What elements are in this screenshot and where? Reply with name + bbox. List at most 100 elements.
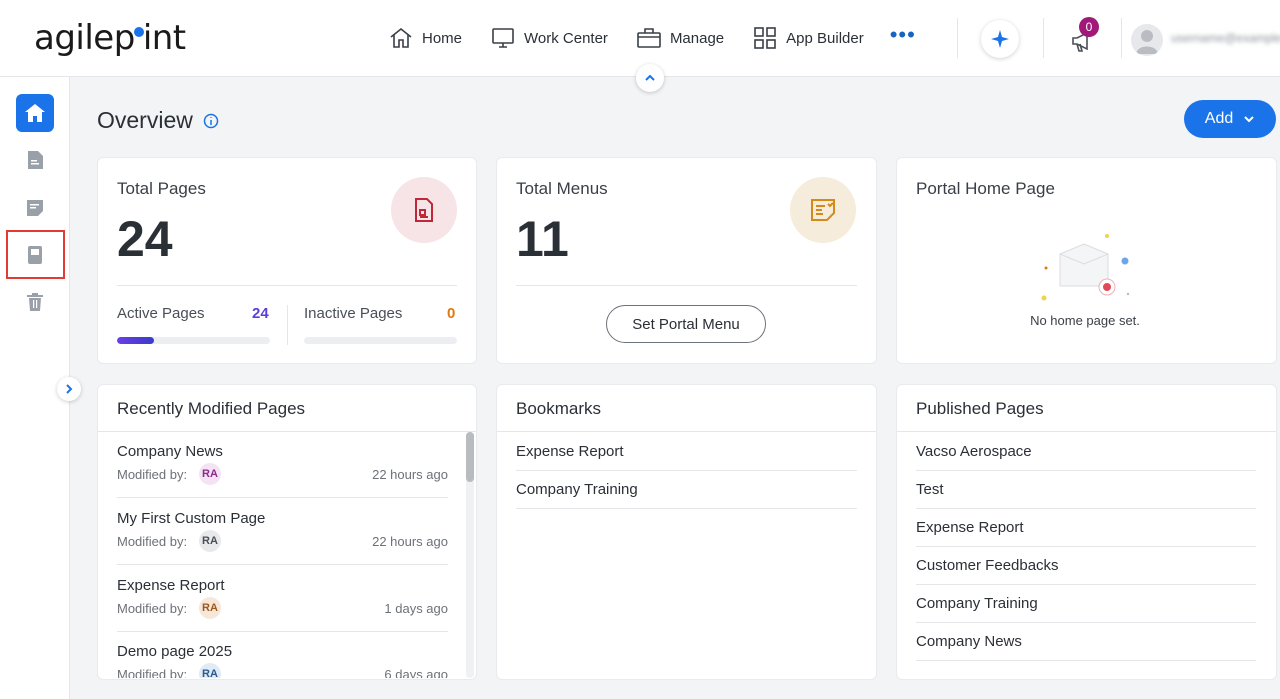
page-title-text: Overview — [97, 107, 193, 133]
page-title: Overview — [97, 107, 219, 134]
sidebar-item-home[interactable] — [16, 94, 54, 132]
nav-app-builder[interactable]: App Builder — [752, 25, 864, 51]
nav-work-center[interactable]: Work Center — [490, 25, 608, 51]
document-icon — [415, 198, 433, 222]
user-initials-badge: RA — [199, 663, 221, 678]
divider — [916, 470, 1256, 471]
bookmark-item[interactable]: Company Training — [516, 481, 638, 498]
empty-box-illustration — [1041, 234, 1130, 301]
recently-modified-list[interactable]: Company News Modified by: RA 22 hours ag… — [98, 432, 466, 678]
page-icon — [28, 151, 43, 169]
inactive-pages-value: 0 — [447, 305, 456, 322]
chevron-down-icon — [1244, 116, 1254, 123]
bookmarks-title: Bookmarks — [516, 399, 602, 418]
divider — [287, 305, 288, 345]
bookmark-item[interactable]: Expense Report — [516, 443, 624, 460]
menu-doc-icon — [27, 200, 43, 216]
published-page-item[interactable]: Company News — [916, 633, 1022, 650]
no-home-page-text: No home page set. — [1030, 313, 1140, 328]
add-button-label: Add — [1204, 110, 1234, 127]
published-page-item[interactable]: Vacso Aerospace — [916, 443, 1032, 460]
pages-stat-icon-wrap — [391, 177, 457, 243]
sidebar-item-pages[interactable] — [16, 141, 54, 179]
header-divider — [1043, 18, 1044, 58]
divider — [516, 285, 857, 286]
user-initials-badge: RA — [199, 463, 221, 485]
recently-modified-title: Recently Modified Pages — [117, 399, 306, 418]
modified-time: 22 hours ago — [372, 467, 448, 482]
divider — [117, 631, 448, 632]
nav-manage-label: Manage — [669, 29, 725, 47]
modified-by-label: Modified by: — [117, 467, 188, 482]
trash-icon — [27, 293, 43, 311]
modified-by-label: Modified by: — [117, 601, 188, 616]
modified-time: 22 hours ago — [372, 534, 448, 549]
menu-list-icon — [811, 199, 835, 221]
sidebar-item-recycle-bin[interactable] — [16, 283, 54, 321]
divider — [897, 431, 1276, 432]
page-title-link[interactable]: My First Custom Page — [117, 510, 265, 527]
modified-by-label: Modified by: — [117, 534, 188, 549]
home-icon — [25, 104, 45, 122]
chevron-up-icon — [645, 74, 655, 81]
sidebar-highlight-box — [6, 230, 65, 279]
expand-sidebar-button[interactable] — [57, 377, 81, 401]
menus-stat-icon-wrap — [790, 177, 856, 243]
page-title-link[interactable]: Company News — [117, 443, 223, 460]
inactive-pages-bar — [304, 337, 457, 344]
divider — [497, 431, 876, 432]
nav-home[interactable]: Home — [388, 25, 462, 51]
page-title-link[interactable]: Demo page 2025 — [117, 643, 232, 660]
nav-manage[interactable]: Manage — [636, 25, 724, 51]
divider — [117, 497, 448, 498]
notification-badge: 0 — [1079, 17, 1099, 37]
active-pages-bar-fill — [117, 337, 154, 344]
header-divider — [1121, 18, 1122, 58]
published-pages-title: Published Pages — [916, 399, 1044, 418]
more-menu-button[interactable]: ••• — [890, 22, 916, 48]
inactive-pages-label: Inactive Pages — [304, 305, 403, 322]
info-icon[interactable] — [203, 113, 219, 129]
collapse-header-button[interactable] — [636, 64, 664, 92]
published-page-item[interactable]: Company Training — [916, 595, 1038, 612]
page-title-link[interactable]: Expense Report — [117, 577, 225, 594]
grid-icon — [754, 27, 776, 49]
divider — [916, 622, 1256, 623]
active-pages-bar — [117, 337, 270, 344]
divider — [117, 285, 457, 286]
nav-home-label: Home — [422, 29, 463, 47]
briefcase-icon — [637, 28, 661, 48]
published-page-item[interactable]: Test — [916, 481, 944, 498]
published-page-item[interactable]: Customer Feedbacks — [916, 557, 1059, 574]
divider — [916, 508, 1256, 509]
avatar[interactable] — [1131, 24, 1163, 56]
logo-dot — [133, 27, 144, 37]
active-pages-value: 24 — [252, 305, 269, 322]
published-page-item[interactable]: Expense Report — [916, 519, 1024, 536]
logo[interactable]: agilep int — [34, 18, 186, 58]
nav-work-center-label: Work Center — [524, 29, 608, 47]
user-initials-badge: RA — [199, 530, 221, 552]
monitor-icon — [492, 28, 514, 48]
total-pages-label: Total Pages — [117, 179, 206, 198]
nav-app-builder-label: App Builder — [786, 29, 864, 47]
total-menus-value: 11 — [516, 211, 569, 267]
ai-assistant-button[interactable] — [981, 20, 1019, 58]
modified-time: 1 days ago — [384, 601, 448, 616]
top-bar: agilep int Home Work Center Manage App Bu… — [0, 0, 1280, 77]
user-initials-badge: RA — [199, 597, 221, 619]
scrollbar-thumb[interactable] — [466, 432, 474, 482]
main-nav: Home Work Center Manage App Builder ••• — [388, 22, 916, 52]
username[interactable]: username@example — [1171, 31, 1280, 45]
divider — [516, 470, 857, 471]
add-button[interactable]: Add — [1184, 100, 1276, 138]
active-pages-label: Active Pages — [117, 305, 205, 322]
modified-time: 6 days ago — [384, 667, 448, 678]
divider — [516, 508, 857, 509]
bookmarks-card — [496, 384, 877, 680]
set-portal-menu-button[interactable]: Set Portal Menu — [606, 305, 766, 343]
home-icon — [390, 27, 412, 48]
sidebar-item-menus[interactable] — [16, 189, 54, 227]
header-divider — [957, 18, 958, 58]
divider — [916, 546, 1256, 547]
